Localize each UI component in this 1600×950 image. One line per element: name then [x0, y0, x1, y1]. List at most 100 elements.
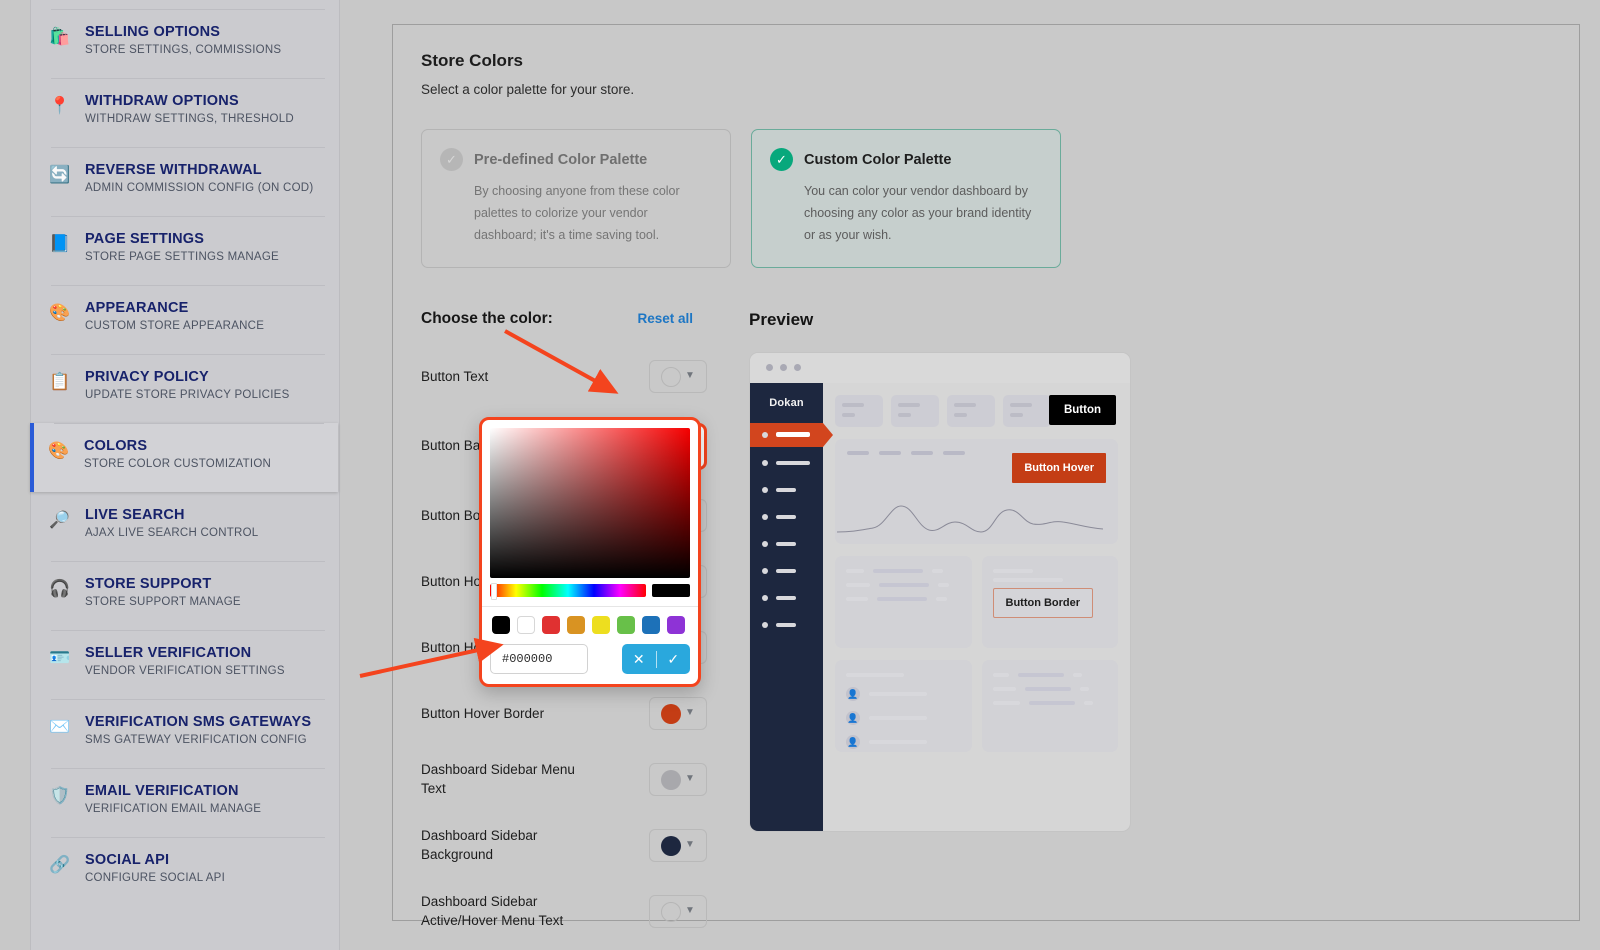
color-swatch-button[interactable]: ▼ — [649, 697, 707, 731]
check-icon: ✓ — [440, 148, 463, 171]
hex-input[interactable]: #000000 — [490, 644, 588, 674]
color-swatch-dot — [661, 366, 682, 387]
preset-swatch[interactable] — [592, 616, 610, 634]
settings-sidebar: ⚙️GENERALSITE SETTINGS AND STORE OPTIONS… — [30, 0, 340, 950]
color-swatch-wrapper: ▼ — [649, 697, 707, 731]
preview-main: Button Button Hover Button Border 👤 👤 👤 — [823, 383, 1130, 831]
sidebar-item-withdraw-options[interactable]: 📍 WITHDRAW OPTIONS WITHDRAW SETTINGS, THRE… — [31, 78, 339, 147]
search-icon: 🔎 — [49, 510, 71, 529]
placeholder-line — [776, 623, 796, 628]
preview-table-card — [835, 555, 972, 648]
preview-menu-item — [750, 534, 823, 555]
preset-swatch[interactable] — [517, 616, 535, 634]
sidebar-item-subtitle: CONFIGURE SOCIAL API — [85, 872, 226, 885]
sidebar-item-title: STORE SUPPORT — [85, 576, 212, 592]
preset-swatch[interactable] — [667, 616, 685, 634]
money-pin-icon: 📍 — [49, 96, 71, 115]
sidebar-item-title: SELLER VERIFICATION — [85, 645, 252, 661]
sidebar-item-email-verification[interactable]: 🛡️ EMAIL VERIFICATION VERIFICATION EMAIL M… — [31, 768, 339, 837]
reset-all-link[interactable]: Reset all — [637, 311, 693, 326]
preview-stat-card — [891, 394, 939, 427]
placeholder-line — [776, 488, 796, 493]
sidebar-item-live-search[interactable]: 🔎 LIVE SEARCH AJAX LIVE SEARCH CONTROL — [31, 492, 339, 561]
preview-button-border-card: Button Border — [981, 555, 1118, 648]
sidebar-item-subtitle: STORE SETTINGS, COMMISSIONS — [85, 44, 282, 57]
palette-description: By choosing anyone from these color pale… — [474, 184, 680, 242]
preview-column: Preview Dokan Button Button Hover Button… — [721, 310, 1551, 950]
sidebar-item-title: COLORS — [84, 438, 148, 454]
palette-card-custom[interactable]: ✓ Custom Color Palette You can color you… — [751, 129, 1061, 268]
avatar: 👤 — [846, 710, 860, 725]
sidebar-item-page-settings[interactable]: 📘 PAGE SETTINGS STORE PAGE SETTINGS MANAGE — [31, 216, 339, 285]
preview-title: Preview — [749, 309, 814, 329]
placeholder-line — [776, 515, 796, 520]
bullet-icon — [762, 568, 768, 575]
sidebar-item-selling-options[interactable]: 🛍️ SELLING OPTIONS STORE SETTINGS, COMMISS… — [31, 9, 339, 78]
alpha-preview[interactable] — [652, 584, 690, 597]
color-swatch-wrapper: ▼ — [649, 360, 707, 394]
preset-swatch[interactable] — [492, 616, 510, 634]
sidebar-item-subtitle: CUSTOM STORE APPEARANCE — [85, 320, 265, 333]
preview-stat-card — [947, 394, 995, 427]
headset-icon: 🎧 — [49, 579, 71, 598]
sidebar-item-title: LIVE SEARCH — [85, 507, 185, 523]
page-title: Store Colors — [421, 51, 524, 70]
sidebar-item-subtitle: STORE PAGE SETTINGS MANAGE — [85, 251, 279, 264]
shopping-bag-icon: 🛍️ — [49, 27, 71, 46]
chevron-down-icon: ▼ — [685, 772, 695, 784]
color-swatch-dot — [661, 835, 682, 856]
preview-table-card-2 — [981, 659, 1118, 752]
color-swatch-button[interactable]: ▼ — [649, 360, 707, 394]
color-swatch-button[interactable]: ▼ — [649, 763, 707, 797]
preview-sidebar: Dokan — [750, 382, 833, 831]
sidebar-item-verification-sms-gateways[interactable]: ✉️ VERIFICATION SMS GATEWAYS SMS GATEWAY V… — [31, 699, 339, 768]
preset-swatch[interactable] — [542, 616, 560, 634]
cancel-button[interactable]: ✕ — [622, 652, 656, 666]
preset-swatch[interactable] — [617, 616, 635, 634]
sidebar-item-general[interactable]: ⚙️GENERALSITE SETTINGS AND STORE OPTIONS — [31, 0, 339, 9]
color-field-row: Button Text ▼ — [421, 357, 707, 397]
bullet-icon — [762, 595, 768, 602]
placeholder-line — [911, 450, 933, 455]
color-swatch-wrapper: ▼ — [649, 895, 707, 929]
palette-card-predefined[interactable]: ✓ Pre-defined Color Palette By choosing … — [421, 129, 731, 268]
preset-swatch[interactable] — [567, 616, 585, 634]
privacy-policy-icon: 📋 — [49, 372, 71, 391]
preview-button-border: Button Border — [992, 587, 1094, 618]
sidebar-item-reverse-withdrawal[interactable]: 🔄 REVERSE WITHDRAWAL ADMIN COMMISSION CONF… — [31, 147, 339, 216]
avatar: 👤 — [846, 686, 860, 701]
sidebar-item-subtitle: WITHDRAW SETTINGS, THRESHOLD — [85, 113, 294, 126]
preview-chart-card: Button Hover — [835, 438, 1118, 544]
sidebar-item-social-api[interactable]: 🔗 SOCIAL API CONFIGURE SOCIAL API — [31, 837, 339, 906]
screen-root: ⚙️GENERALSITE SETTINGS AND STORE OPTIONS… — [0, 0, 1600, 950]
appearance-icon: 🎨 — [49, 303, 71, 322]
sidebar-item-privacy-policy[interactable]: 📋 PRIVACY POLICY UPDATE STORE PRIVACY POLI… — [31, 354, 339, 423]
preview-menu-item — [750, 561, 823, 582]
color-swatch-button[interactable]: ▼ — [649, 829, 707, 863]
preset-swatch[interactable] — [642, 616, 660, 634]
window-dot-icon — [766, 364, 773, 372]
color-swatch-dot — [661, 901, 682, 922]
sidebar-item-appearance[interactable]: 🎨 APPEARANCE CUSTOM STORE APPEARANCE — [31, 285, 339, 354]
preview-frame: Dokan Button Button Hover Button Border … — [749, 351, 1131, 832]
color-picker-popover[interactable]: #000000 ✕ ✓ — [479, 417, 701, 687]
preview-stat-card — [835, 394, 883, 427]
preset-swatches — [490, 607, 690, 634]
preview-menu-item — [750, 615, 823, 636]
sidebar-item-store-support[interactable]: 🎧 STORE SUPPORT STORE SUPPORT MANAGE — [31, 561, 339, 630]
color-field-label: Dashboard Sidebar Menu Text — [421, 762, 575, 796]
color-field-row: Dashboard Sidebar Background ▼ — [421, 826, 707, 866]
saturation-area[interactable] — [490, 428, 690, 578]
sidebar-item-title: VERIFICATION SMS GATEWAYS — [85, 714, 312, 730]
preview-active-menu-item — [750, 422, 833, 447]
apply-button[interactable]: ✓ — [657, 652, 691, 666]
placeholder-line — [776, 461, 810, 466]
sidebar-item-seller-verification[interactable]: 🪪 SELLER VERIFICATION VENDOR VERIFICATION … — [31, 630, 339, 699]
sidebar-item-colors[interactable]: 🎨 COLORS STORE COLOR CUSTOMIZATION — [30, 423, 338, 492]
placeholder-line — [776, 432, 810, 438]
color-swatch-button[interactable]: ▼ — [649, 895, 707, 929]
palette-options: ✓ Pre-defined Color Palette By choosing … — [421, 129, 1551, 268]
preview-people-card: 👤 👤 👤 — [835, 659, 972, 752]
id-card-icon: 🪪 — [49, 648, 71, 667]
hue-slider[interactable] — [490, 583, 646, 600]
